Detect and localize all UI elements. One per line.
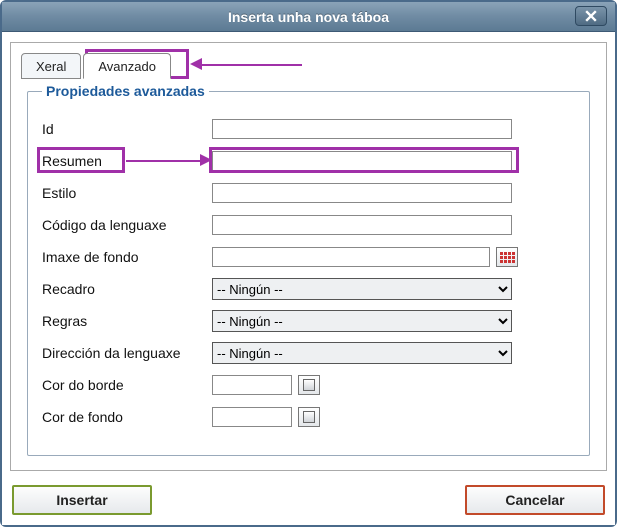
window-title: Inserta unha nova táboa bbox=[228, 9, 389, 25]
tab-general[interactable]: Xeral bbox=[21, 53, 81, 79]
dialog-panel: Xeral Avanzado Propiedades avanzadas Id … bbox=[10, 42, 607, 471]
insert-button[interactable]: Insertar bbox=[12, 485, 152, 515]
label-id: Id bbox=[42, 121, 212, 137]
select-frame[interactable]: -- Ningún -- bbox=[212, 278, 512, 300]
select-rules[interactable]: -- Ningún -- bbox=[212, 310, 512, 332]
label-frame: Recadro bbox=[42, 281, 212, 297]
image-picker-icon bbox=[500, 252, 515, 263]
color-swatch-icon bbox=[303, 379, 315, 391]
bgcolor-picker-button[interactable] bbox=[298, 407, 320, 427]
label-langdir: Dirección da lenguaxe bbox=[42, 345, 212, 361]
annotation-arrowhead-field bbox=[200, 154, 212, 166]
label-bgcolor: Cor de fondo bbox=[42, 409, 212, 425]
tab-advanced[interactable]: Avanzado bbox=[83, 53, 171, 79]
label-summary: Resumen bbox=[42, 153, 212, 169]
label-langcode: Código da lenguaxe bbox=[42, 217, 212, 233]
input-bgimage[interactable] bbox=[212, 247, 490, 267]
fieldset-legend: Propiedades avanzadas bbox=[42, 83, 209, 99]
advanced-fieldset: Propiedades avanzadas Id Resumen Estilo … bbox=[27, 83, 590, 456]
label-bgimage: Imaxe de fondo bbox=[42, 249, 212, 265]
label-bordercolor: Cor do borde bbox=[42, 377, 212, 393]
input-summary[interactable] bbox=[212, 151, 512, 171]
select-langdir[interactable]: -- Ningún -- bbox=[212, 342, 512, 364]
close-icon bbox=[585, 10, 597, 22]
input-bordercolor[interactable] bbox=[212, 375, 292, 395]
bordercolor-picker-button[interactable] bbox=[298, 375, 320, 395]
image-picker-button[interactable] bbox=[496, 247, 518, 267]
label-style: Estilo bbox=[42, 185, 212, 201]
title-bar: Inserta unha nova táboa bbox=[2, 2, 615, 32]
close-button[interactable] bbox=[575, 6, 607, 26]
input-bgcolor[interactable] bbox=[212, 407, 292, 427]
cancel-button[interactable]: Cancelar bbox=[465, 485, 605, 515]
color-swatch-icon bbox=[303, 411, 315, 423]
input-style[interactable] bbox=[212, 183, 512, 203]
label-rules: Regras bbox=[42, 313, 212, 329]
input-id[interactable] bbox=[212, 119, 512, 139]
input-langcode[interactable] bbox=[212, 215, 512, 235]
